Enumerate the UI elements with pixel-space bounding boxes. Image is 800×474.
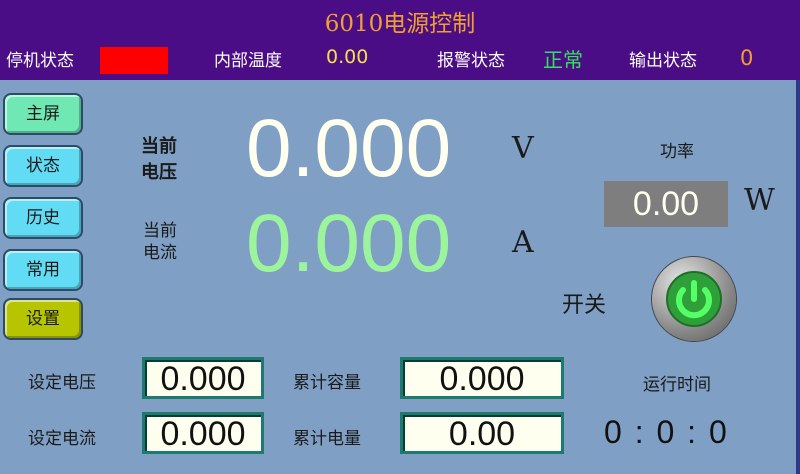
nav-common-button[interactable]: 常用 — [3, 249, 83, 291]
alarm-status-label: 报警状态 — [437, 51, 505, 71]
switch-label: 开关 — [562, 293, 607, 318]
current-unit: A — [512, 225, 534, 260]
energy-label: 累计电量 — [293, 429, 361, 449]
nav-status-button[interactable]: 状态 — [3, 145, 83, 187]
capacity-label: 累计容量 — [293, 373, 361, 393]
set-current-label: 设定电流 — [28, 429, 96, 449]
nav-settings-button[interactable]: 设置 — [3, 298, 83, 340]
output-status-label: 输出状态 — [629, 51, 697, 71]
power-label: 功率 — [660, 142, 694, 162]
internal-temp-value: 0.00 — [326, 46, 369, 68]
current-value: 0.000 — [246, 198, 452, 289]
app-title: 6010电源控制 — [324, 11, 476, 37]
set-voltage-input[interactable]: 0.000 — [142, 357, 264, 399]
power-unit: W — [744, 183, 775, 218]
nav-main-button[interactable]: 主屏 — [3, 93, 83, 135]
voltage-label-line1: 当前 — [141, 136, 177, 157]
runtime-label: 运行时间 — [643, 375, 711, 395]
voltage-value: 0.000 — [246, 103, 452, 194]
internal-temp-label: 内部温度 — [214, 51, 282, 71]
output-status-value: 0 — [740, 46, 754, 70]
power-icon — [666, 271, 722, 327]
nav-history-button[interactable]: 历史 — [3, 197, 83, 239]
current-label-line2: 电流 — [143, 243, 177, 263]
voltage-label-line2: 电压 — [141, 162, 177, 183]
energy-value: 0.00 — [400, 412, 564, 454]
set-current-input[interactable]: 0.000 — [142, 412, 264, 454]
set-voltage-label: 设定电压 — [28, 373, 96, 393]
alarm-status-value: 正常 — [543, 48, 583, 72]
runtime-value: 0 : 0 : 0 — [604, 414, 729, 450]
power-value: 0.00 — [604, 181, 728, 227]
power-switch-button[interactable] — [652, 257, 736, 341]
voltage-unit: V — [512, 131, 534, 166]
stop-status-indicator — [100, 47, 168, 74]
stop-status-label: 停机状态 — [6, 51, 74, 71]
capacity-value: 0.000 — [400, 357, 564, 399]
right-edge-bar — [796, 80, 800, 474]
